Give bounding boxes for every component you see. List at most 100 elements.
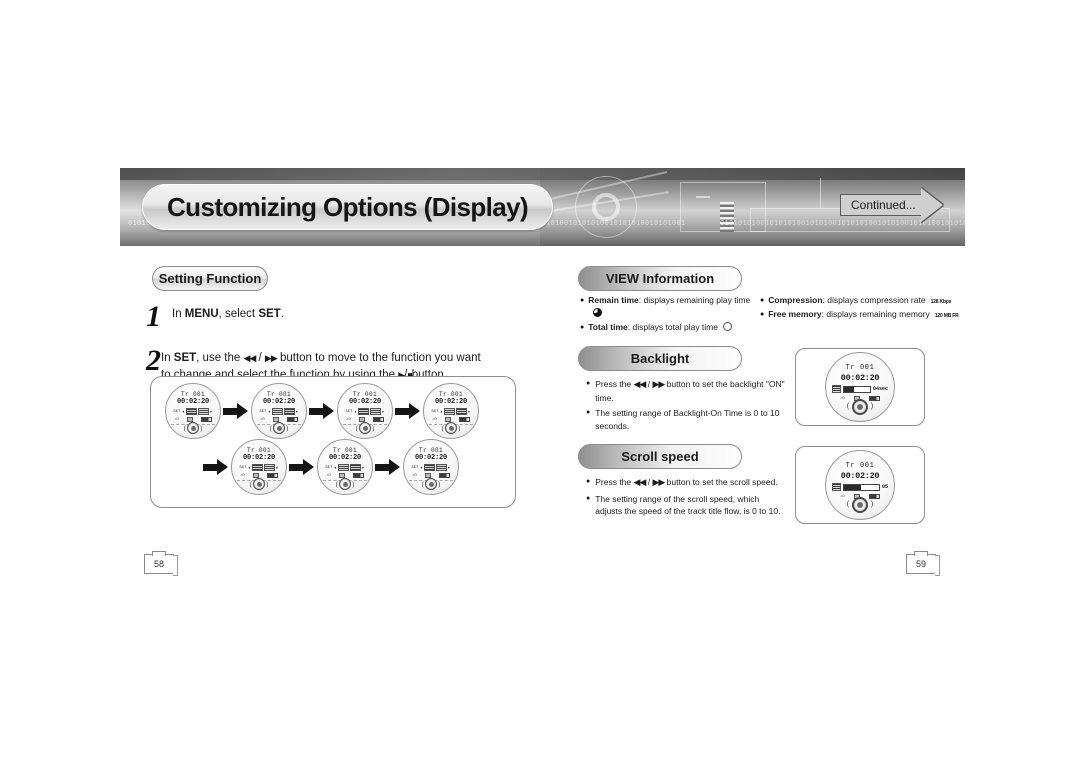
wheel-right-mark: ) (457, 425, 461, 432)
page-number-left: 58 (144, 551, 178, 576)
set-row: SET ◂ ▸ (342, 408, 388, 415)
eq-icon: ♪D (174, 417, 179, 422)
backlight-device-panel: Tr 001 00:02:20 04sec ♪D ( ) (795, 348, 925, 426)
eq-icon: ♪D (412, 473, 417, 478)
wheel-right-mark: ) (869, 403, 874, 411)
arrow-right-icon (395, 403, 421, 419)
gauge-bar (843, 483, 880, 491)
track-label: Tr 001 (180, 391, 205, 398)
set-row: SET ◂ ▸ (256, 408, 302, 415)
device-screen: Tr 001 00:02:20 SET ◂ ▸ ♪D () (403, 439, 459, 495)
track-label: Tr 001 (246, 447, 271, 454)
arrow-right-icon (289, 459, 315, 475)
track-label: Tr 001 (352, 391, 377, 398)
set-row: SET ◂ ▸ (428, 408, 474, 415)
disc-hub-icon (592, 193, 620, 221)
wheel-right-mark: ) (371, 425, 375, 432)
term: Compression (768, 295, 823, 305)
eq-icon: ♪D (260, 417, 265, 422)
list-item: ● Remain time: displays remaining play t… (580, 294, 755, 320)
set-label: SET (345, 409, 353, 414)
value-badge: 120 MB FR (934, 313, 959, 320)
option-icon (251, 464, 263, 471)
battery-icon (439, 473, 450, 478)
list-item-text: The setting range of the scroll speed, w… (595, 493, 781, 517)
caret-left-icon: ◂ (419, 464, 423, 471)
decorative-tick (696, 196, 710, 198)
wheel-right-mark: ) (437, 481, 441, 488)
bullet-dot-icon: ● (586, 494, 591, 502)
navigation-wheel-icon: () (249, 478, 269, 490)
option-icon (369, 408, 381, 415)
navigation-wheel-icon: () (269, 422, 289, 434)
device-screen: Tr 001 00:02:20 SET ◂ ▸ ♪D () (165, 383, 221, 439)
navigation-wheel-icon: () (441, 422, 461, 434)
backlight-bullet-list: ● Press the ◀◀ / ▶▶ button to set the ba… (586, 378, 786, 436)
bullet-dot-icon: ● (586, 409, 591, 417)
option-icon (443, 408, 455, 415)
device-screen: Tr 001 00:02:20 05 ♪D ( ) (825, 450, 895, 520)
term: Free memory (768, 309, 822, 320)
list-item: ● Free memory: displays remaining memory… (760, 308, 975, 321)
section-title-scroll-speed: Scroll speed (578, 444, 742, 469)
time-label: 00:02:20 (434, 398, 467, 406)
wheel-right-mark: ) (265, 481, 269, 488)
set-label: SET (259, 409, 267, 414)
set-label: SET (411, 465, 419, 470)
battery-icon (373, 417, 384, 422)
wheel-inner (256, 481, 262, 487)
device-screen: Tr 001 00:02:20 SET ◂ ▸ ♪D () (337, 383, 393, 439)
option-icon (357, 408, 369, 415)
continued-body: Continued... (840, 194, 922, 216)
track-label: Tr 001 (845, 364, 875, 372)
page-header-banner: 0101010100101101001010101001010101001010… (120, 168, 965, 246)
pie-full-icon (593, 308, 603, 318)
decorative-vline (820, 178, 821, 208)
option-icon (197, 408, 209, 415)
continued-label: Continued... (851, 198, 916, 212)
battery-icon (267, 473, 278, 478)
navigation-wheel-icon: ( ) (846, 497, 874, 513)
wheel-right-mark: ) (199, 425, 203, 432)
caret-right-icon: ▸ (275, 464, 279, 471)
desc: : displays remaining play time (638, 295, 751, 305)
bullet-dot-icon: ● (586, 380, 591, 387)
wheel-right-mark: ) (285, 425, 289, 432)
arrow-right-icon (375, 459, 401, 475)
arrow-right-icon (920, 188, 943, 222)
wheel-inner (276, 425, 282, 431)
step-item: 1 In MENU, select SET. (146, 300, 486, 332)
caret-right-icon: ▸ (467, 408, 471, 415)
value-badge: 128 Kbps (930, 299, 952, 305)
eq-icon: ♪D (240, 473, 245, 478)
bullet-dot-icon: ● (760, 297, 765, 304)
page-title-plate: Customizing Options (Display) (142, 184, 554, 230)
wheel-inner (448, 425, 454, 431)
battery-icon (287, 417, 298, 422)
arrow-right-icon (309, 403, 335, 419)
option-icon (271, 408, 283, 415)
option-icon (337, 464, 349, 471)
caret-right-icon: ▸ (361, 464, 365, 471)
pie-empty-icon (722, 322, 732, 332)
option-icon (455, 408, 467, 415)
wheel-right-mark: ) (869, 501, 874, 509)
eq-icon: ♪D (840, 494, 845, 499)
list-item: ● Compression: displays compression rate… (760, 294, 975, 307)
device-screen: Tr 001 00:02:20 04sec ♪D ( ) (825, 352, 895, 422)
list-item-text: Total time: displays total play time (588, 321, 732, 334)
backlight-icon (832, 385, 841, 393)
list-item: ● Total time: displays total play time (580, 321, 755, 334)
gauge-value: 05 (881, 484, 888, 490)
battery-icon (459, 417, 470, 422)
option-icon (435, 464, 447, 471)
gauge-value: 04sec (872, 386, 888, 392)
eq-icon: ♪D (840, 396, 845, 401)
wheel-left-mark: ( (846, 501, 851, 509)
device-screen: Tr 001 00:02:20 SET ◂ ▸ ♪D () (231, 439, 287, 495)
page-number-right: 59 (906, 551, 940, 576)
step-text: In MENU, select SET. (172, 308, 284, 320)
list-item-text: Compression: displays compression rate 12… (768, 294, 951, 307)
gauge-fill (844, 386, 855, 392)
time-label: 00:02:20 (242, 454, 275, 462)
